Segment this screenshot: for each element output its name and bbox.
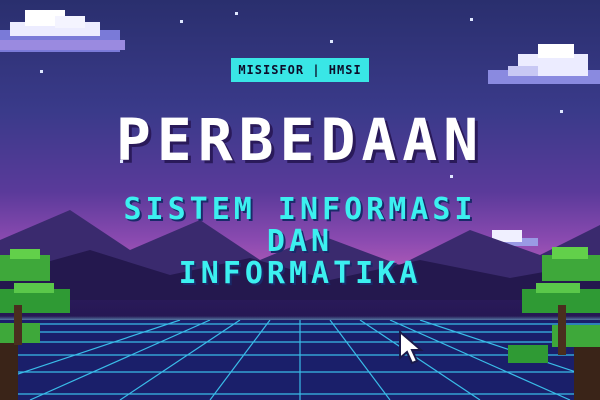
subtitle-line-2: DAN	[266, 224, 334, 259]
star-icon	[180, 20, 183, 23]
organizer-badge: MISISFOR | HMSI	[231, 58, 369, 82]
cursor-arrow-icon	[399, 330, 424, 365]
subtitle-line-1: SISTEM INFORMASI	[123, 192, 477, 227]
star-icon	[450, 175, 453, 178]
banner-scene: MISISFOR | HMSI PERBEDAAN SISTEM INFORMA…	[0, 0, 600, 400]
page-title: PERBEDAAN	[115, 106, 485, 174]
cloud-icon	[488, 44, 600, 84]
cloud-icon	[0, 10, 125, 52]
subtitle-line-3: INFORMATIKA	[178, 256, 422, 291]
star-icon	[470, 18, 473, 21]
star-icon	[235, 12, 238, 15]
subtitle: SISTEM INFORMASI DAN INFORMATIKA	[0, 194, 600, 290]
star-icon	[330, 40, 333, 43]
star-icon	[40, 70, 43, 73]
